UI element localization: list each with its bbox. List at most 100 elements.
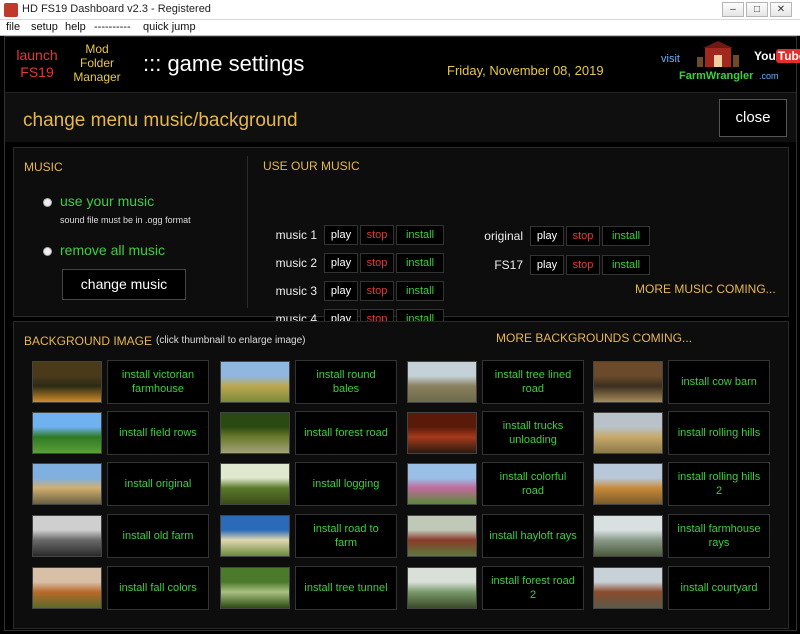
thumbnail-tree-lined-road[interactable] bbox=[407, 361, 477, 403]
install-button-music-2[interactable]: install bbox=[396, 253, 444, 273]
track-label-music-2: music 2 bbox=[275, 256, 317, 270]
remove-all-music-radio[interactable] bbox=[43, 247, 52, 256]
play-button-music-1[interactable]: play bbox=[324, 225, 358, 245]
page-title: ::: game settings bbox=[143, 51, 305, 76]
thumbnail-old-farm[interactable] bbox=[32, 515, 102, 557]
install-button-music-1[interactable]: install bbox=[396, 225, 444, 245]
change-music-button[interactable]: change music bbox=[62, 269, 186, 300]
install-background-fall-colors[interactable]: install fall colors bbox=[107, 566, 209, 610]
farmwrangler-domain-text: .com bbox=[759, 71, 779, 81]
thumbnail-tree-tunnel[interactable] bbox=[220, 567, 290, 609]
use-your-music-radio[interactable] bbox=[43, 198, 52, 207]
install-background-trucks-unloading[interactable]: install trucks unloading bbox=[482, 411, 584, 455]
thumbnail-colorful-road[interactable] bbox=[407, 463, 477, 505]
background-panel: BACKGROUND IMAGE (click thumbnail to enl… bbox=[13, 321, 789, 629]
play-button-original[interactable]: play bbox=[530, 226, 564, 246]
install-background-forest-road-2[interactable]: install forest road 2 bbox=[482, 566, 584, 610]
youtube-logo-tube: Tube bbox=[775, 49, 800, 63]
thumbnail-farmhouse-rays[interactable] bbox=[593, 515, 663, 557]
thumbnail-forest-road-2[interactable] bbox=[407, 567, 477, 609]
thumbnail-logging[interactable] bbox=[220, 463, 290, 505]
background-hint: (click thumbnail to enlarge image) bbox=[156, 335, 306, 346]
install-background-colorful-road[interactable]: install colorful road bbox=[482, 462, 584, 506]
title-bar: HD FS19 Dashboard v2.3 - Registered – □ … bbox=[0, 0, 800, 20]
thumbnail-field-rows[interactable] bbox=[32, 412, 102, 454]
dashboard-content: launch FS19 Mod Folder Manager ::: game … bbox=[4, 36, 800, 631]
thumbnail-fall-colors[interactable] bbox=[32, 567, 102, 609]
close-window-button[interactable]: ✕ bbox=[770, 2, 792, 17]
play-button-fs17[interactable]: play bbox=[530, 255, 564, 275]
menu-setup[interactable]: setup bbox=[31, 21, 58, 33]
menu-help[interactable]: help bbox=[65, 21, 86, 33]
install-background-field-rows[interactable]: install field rows bbox=[107, 411, 209, 455]
app-icon bbox=[4, 3, 18, 17]
thumbnail-road-to-farm[interactable] bbox=[220, 515, 290, 557]
thumbnail-cow-barn[interactable] bbox=[593, 361, 663, 403]
install-background-road-to-farm[interactable]: install road to farm bbox=[295, 514, 397, 558]
track-label-original: original bbox=[484, 229, 523, 243]
more-backgrounds-coming: MORE BACKGROUNDS COMING... bbox=[496, 331, 693, 345]
current-date: Friday, November 08, 2019 bbox=[447, 63, 604, 78]
install-background-rolling-hills[interactable]: install rolling hills bbox=[668, 411, 770, 455]
install-background-courtyard[interactable]: install courtyard bbox=[668, 566, 770, 610]
menu-separator: ---------- bbox=[94, 21, 131, 33]
window-title: HD FS19 Dashboard v2.3 - Registered bbox=[22, 3, 211, 15]
install-background-old-farm[interactable]: install old farm bbox=[107, 514, 209, 558]
farmwrangler-logo-text: FarmWrangler bbox=[679, 70, 754, 82]
music-divider bbox=[247, 156, 248, 308]
youtube-logo-you: You bbox=[754, 49, 776, 63]
minimize-button[interactable]: – bbox=[722, 2, 744, 17]
thumbnail-original[interactable] bbox=[32, 463, 102, 505]
install-background-forest-road[interactable]: install forest road bbox=[295, 411, 397, 455]
use-your-music-option[interactable]: use your music bbox=[60, 193, 154, 209]
more-music-coming: MORE MUSIC COMING... bbox=[635, 282, 776, 296]
thumbnail-hayloft-rays[interactable] bbox=[407, 515, 477, 557]
install-background-logging[interactable]: install logging bbox=[295, 462, 397, 506]
install-background-round-bales[interactable]: install round bales bbox=[295, 360, 397, 404]
install-background-farmhouse-rays[interactable]: install farmhouse rays bbox=[668, 514, 770, 558]
track-label-music-3: music 3 bbox=[275, 284, 317, 298]
music-label: MUSIC bbox=[24, 160, 63, 174]
play-button-music-2[interactable]: play bbox=[324, 253, 358, 273]
install-button-music-3[interactable]: install bbox=[396, 281, 444, 301]
thumbnail-round-bales[interactable] bbox=[220, 361, 290, 403]
maximize-button[interactable]: □ bbox=[746, 2, 768, 17]
launch-fs19-button[interactable]: launch FS19 bbox=[13, 47, 61, 81]
thumbnail-rolling-hills[interactable] bbox=[593, 412, 663, 454]
install-background-victorian-farmhouse[interactable]: install victorian farmhouse bbox=[107, 360, 209, 404]
stop-button-fs17[interactable]: stop bbox=[566, 255, 600, 275]
track-label-fs17: FS17 bbox=[494, 258, 523, 272]
thumbnail-rolling-hills-2[interactable] bbox=[593, 463, 663, 505]
install-background-tree-lined-road[interactable]: install tree lined road bbox=[482, 360, 584, 404]
menu-quick-jump[interactable]: quick jump bbox=[143, 21, 196, 33]
close-button[interactable]: close bbox=[719, 99, 787, 137]
youtube-logo[interactable]: YouTube bbox=[754, 49, 800, 65]
stop-button-original[interactable]: stop bbox=[566, 226, 600, 246]
install-background-rolling-hills-2[interactable]: install rolling hills 2 bbox=[668, 462, 770, 506]
install-background-hayloft-rays[interactable]: install hayloft rays bbox=[482, 514, 584, 558]
app-window: HD FS19 Dashboard v2.3 - Registered – □ … bbox=[0, 0, 800, 634]
menu-file[interactable]: file bbox=[6, 21, 20, 33]
install-button-original[interactable]: install bbox=[602, 226, 650, 246]
thumbnail-forest-road[interactable] bbox=[220, 412, 290, 454]
format-hint: sound file must be in .ogg format bbox=[60, 215, 191, 225]
header: launch FS19 Mod Folder Manager ::: game … bbox=[5, 37, 800, 91]
music-panel: MUSIC use your music sound file must be … bbox=[13, 147, 789, 329]
thumbnail-courtyard[interactable] bbox=[593, 567, 663, 609]
section-title: change menu music/background bbox=[23, 110, 298, 131]
install-background-tree-tunnel[interactable]: install tree tunnel bbox=[295, 566, 397, 610]
track-label-music-1: music 1 bbox=[275, 228, 317, 242]
menu-bar: file setup help ---------- quick jump bbox=[0, 20, 800, 36]
install-background-original[interactable]: install original bbox=[107, 462, 209, 506]
stop-button-music-2[interactable]: stop bbox=[360, 253, 394, 273]
stop-button-music-3[interactable]: stop bbox=[360, 281, 394, 301]
thumbnail-trucks-unloading[interactable] bbox=[407, 412, 477, 454]
remove-all-music-option[interactable]: remove all music bbox=[60, 242, 165, 258]
install-background-cow-barn[interactable]: install cow barn bbox=[668, 360, 770, 404]
thumbnail-victorian-farmhouse[interactable] bbox=[32, 361, 102, 403]
stop-button-music-1[interactable]: stop bbox=[360, 225, 394, 245]
background-image-label: BACKGROUND IMAGE bbox=[24, 334, 153, 348]
mod-folder-manager-button[interactable]: Mod Folder Manager bbox=[67, 42, 127, 84]
install-button-fs17[interactable]: install bbox=[602, 255, 650, 275]
play-button-music-3[interactable]: play bbox=[324, 281, 358, 301]
